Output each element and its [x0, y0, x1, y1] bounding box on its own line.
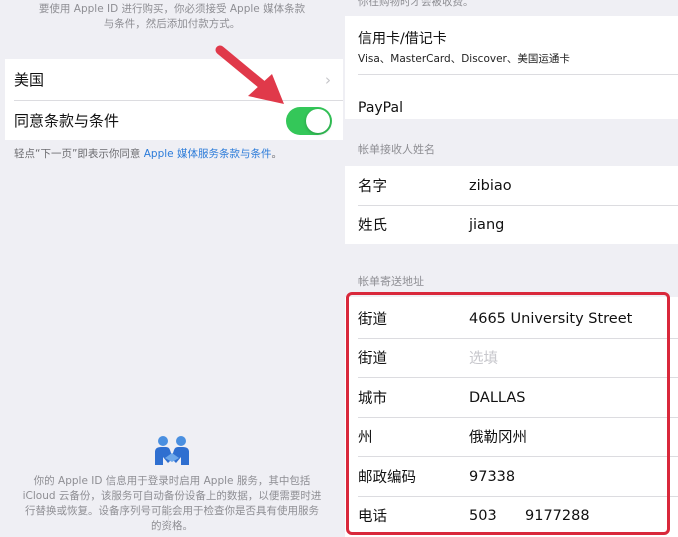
first-name-label: 名字 [358, 179, 387, 195]
card-option-title: 信用卡/借记卡 [358, 31, 447, 47]
agree-terms-label: 同意条款与条件 [14, 112, 120, 130]
terms-note-text: 轻点“下一页”即表示你同意 [14, 148, 144, 160]
apple-id-purchase-info: 要使用 Apple ID 进行购买，你必须接受 Apple 媒体条款 与条件，然… [12, 0, 332, 32]
recipient-name-card: 名字 zibiao 姓氏 jiang [345, 166, 678, 244]
toggle-knob [306, 109, 330, 133]
address-section-header: 帐单寄送地址 [358, 275, 424, 288]
card-option-brands: Visa、MasterCard、Discover、美国运通卡 [358, 53, 570, 65]
info-line: 与条件，然后添加付款方式。 [103, 18, 241, 30]
payment-option-card[interactable]: 信用卡/借记卡 Visa、MasterCard、Discover、美国运通卡 [358, 28, 570, 66]
payment-option-paypal[interactable]: PayPal [358, 100, 403, 116]
address-highlight-box [346, 292, 670, 535]
terms-note: 轻点“下一页”即表示你同意 Apple 媒体服务条款与条件。 [14, 146, 282, 161]
charge-info-text: 你往购物时才会被收费。 [358, 0, 474, 8]
terms-note-end: 。 [271, 148, 282, 160]
country-label: 美国 [14, 71, 45, 89]
apple-id-privacy-info: 你的 Apple ID 信息用于登录时启用 Apple 服务，其中包括 iClo… [12, 474, 332, 534]
left-panel: 要使用 Apple ID 进行购买，你必须接受 Apple 媒体条款 与条件，然… [0, 0, 343, 537]
red-arrow-icon [215, 45, 284, 104]
chevron-right-icon: › [325, 71, 331, 89]
info-line: iCloud 云备份，该服务可自动备份设备上的数据，以便需要时进 [22, 490, 322, 502]
last-name-field[interactable]: jiang [469, 217, 504, 233]
recipient-section-header: 帐单接收人姓名 [358, 143, 435, 156]
last-name-row[interactable]: 姓氏 jiang [345, 205, 678, 244]
info-line: 的资格。 [151, 520, 193, 532]
first-name-row[interactable]: 名字 zibiao [345, 166, 678, 205]
last-name-label: 姓氏 [358, 218, 387, 234]
people-sharing-icon [155, 436, 189, 465]
first-name-field[interactable]: zibiao [469, 178, 512, 194]
divider [358, 74, 678, 75]
info-line: 你的 Apple ID 信息用于登录时启用 Apple 服务，其中包括 [33, 475, 311, 487]
terms-link[interactable]: Apple 媒体服务条款与条件 [144, 148, 272, 160]
payment-method-card: 信用卡/借记卡 Visa、MasterCard、Discover、美国运通卡 P… [345, 16, 678, 119]
phone-field-separator [168, 507, 169, 531]
info-line: 行替换或恢复。设备序列号可能会用于检查你是否具有使用服务 [25, 505, 319, 517]
info-line: 要使用 Apple ID 进行购买，你必须接受 Apple 媒体条款 [38, 3, 306, 15]
